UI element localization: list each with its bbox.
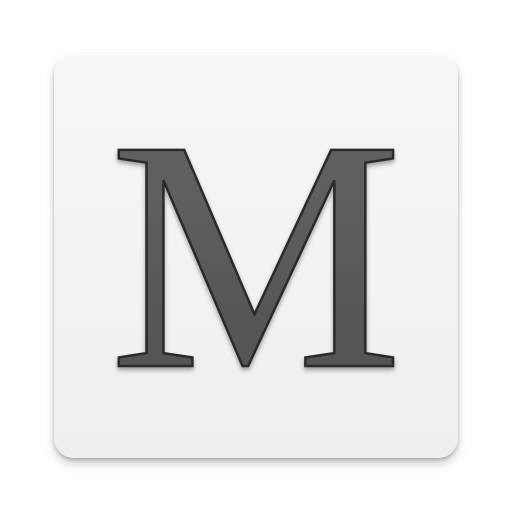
app-icon-tile[interactable]: M bbox=[54, 54, 458, 458]
letter-m-glyph: M bbox=[109, 73, 402, 438]
icon-canvas: M bbox=[0, 0, 512, 512]
letter-m-icon: M bbox=[108, 72, 404, 440]
